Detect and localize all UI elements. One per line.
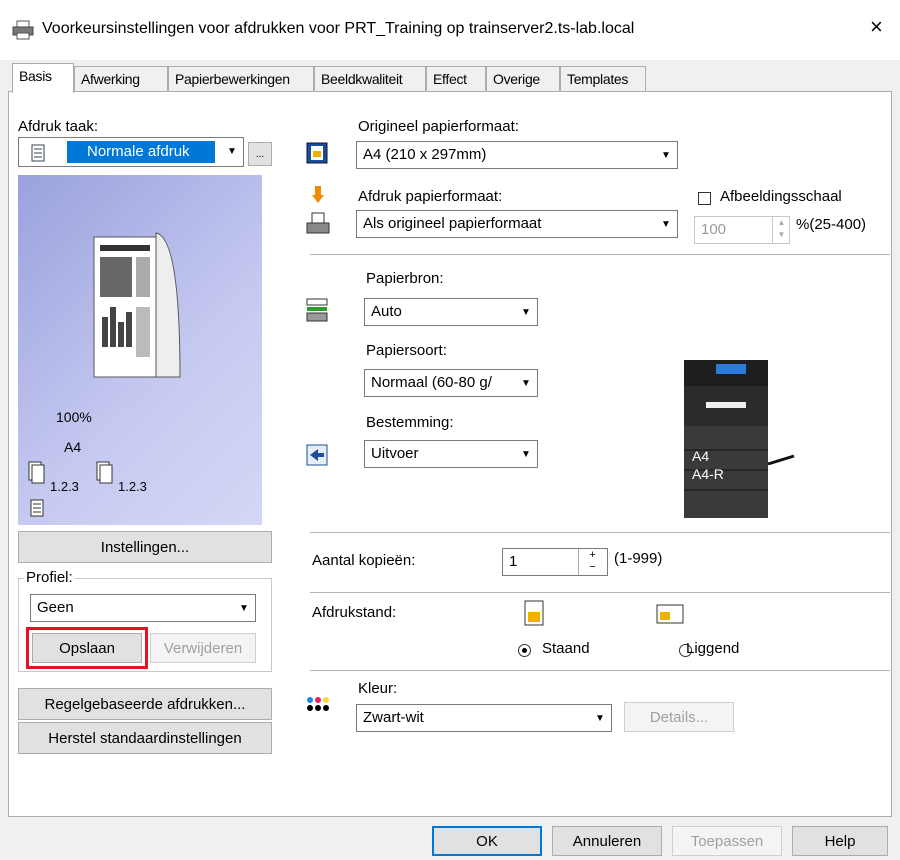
- help-button[interactable]: Help: [792, 826, 888, 856]
- paper-tray-icon: [306, 298, 328, 322]
- tab-beeldkwaliteit[interactable]: Beeldkwaliteit: [314, 66, 426, 92]
- printer-output-icon: [306, 212, 330, 234]
- divider: [310, 592, 890, 593]
- chevron-down-icon: ▼: [517, 372, 535, 394]
- copies-value: 1: [509, 553, 518, 570]
- portrait-label: Staand: [542, 640, 590, 657]
- chevron-down-icon: ▼: [223, 140, 241, 162]
- print-preview: 100% A4 1.2.3 1.2.3: [18, 175, 262, 525]
- document-preview-icon: [93, 232, 181, 378]
- landscape-label: Liggend: [686, 640, 740, 657]
- printer-tray2-label: A4-R: [692, 466, 724, 482]
- collate-icon: [28, 461, 45, 484]
- image-scale-spinner[interactable]: ▲ ▼: [772, 217, 790, 243]
- portrait-icon: [524, 600, 544, 626]
- collate-label-a: 1.2.3: [50, 479, 79, 494]
- preview-paper: A4: [64, 439, 82, 455]
- destination-label: Bestemming:: [366, 414, 454, 431]
- image-scale-range: %(25-400): [796, 216, 867, 233]
- copies-label: Aantal kopieën:: [312, 552, 416, 569]
- landscape-icon: [656, 604, 684, 624]
- printer-illustration: [684, 360, 795, 518]
- preview-scale: 100%: [56, 409, 92, 425]
- paper-type-value: Normaal (60-80 g/: [371, 374, 492, 391]
- divider: [310, 254, 890, 255]
- collate-label-b: 1.2.3: [118, 479, 147, 494]
- image-scale-value: 100: [701, 221, 727, 238]
- chevron-down-icon: ▼: [657, 144, 675, 166]
- portrait-radio[interactable]: [518, 644, 531, 657]
- color-select[interactable]: Zwart-wit ▼: [356, 704, 612, 732]
- paper-source-label: Papierbron:: [366, 270, 444, 287]
- delete-button[interactable]: Verwijderen: [150, 633, 256, 663]
- job-label: Afdruk taak:: [18, 118, 99, 135]
- copies-range: (1-999): [614, 550, 663, 567]
- job-selected-value: Normale afdruk: [67, 141, 215, 163]
- rule-based-print-button[interactable]: Regelgebaseerde afdrukken...: [18, 688, 272, 720]
- original-paper-value: A4 (210 x 297mm): [363, 146, 487, 163]
- color-dots-icon: [307, 697, 329, 711]
- paper-type-select[interactable]: Normaal (60-80 g/ ▼: [364, 369, 538, 397]
- tab-templates[interactable]: Templates: [560, 66, 646, 92]
- profile-select[interactable]: Geen ▼: [30, 594, 256, 622]
- chevron-down-icon: ▼: [235, 597, 253, 619]
- document-icon: [31, 144, 45, 162]
- paper-source-select[interactable]: Auto ▼: [364, 298, 538, 326]
- image-scale-label: Afbeeldingsschaal: [720, 188, 842, 205]
- color-value: Zwart-wit: [363, 709, 424, 726]
- tab-effect[interactable]: Effect: [426, 66, 486, 92]
- tab-overige[interactable]: Overige: [486, 66, 560, 92]
- image-scale-checkbox[interactable]: [698, 192, 711, 205]
- paper-source-value: Auto: [371, 303, 402, 320]
- color-label: Kleur:: [358, 680, 398, 697]
- tab-basis[interactable]: Basis: [12, 63, 74, 93]
- copies-spinner[interactable]: + −: [578, 549, 606, 575]
- printer-tray1-label: A4: [692, 448, 710, 464]
- print-paper-label: Afdruk papierformaat:: [358, 188, 503, 205]
- window-title: Voorkeursinstellingen voor afdrukken voo…: [42, 20, 635, 37]
- save-button[interactable]: Opslaan: [32, 633, 142, 663]
- printer-icon: [12, 20, 34, 40]
- destination-select[interactable]: Uitvoer ▼: [364, 440, 538, 468]
- tab-afwerking[interactable]: Afwerking: [74, 66, 168, 92]
- profile-label: Profiel:: [24, 569, 75, 586]
- job-select[interactable]: Normale afdruk ▼: [18, 137, 244, 167]
- single-page-icon: [30, 499, 44, 517]
- chevron-down-icon: ▼: [517, 443, 535, 465]
- profile-value: Geen: [37, 599, 74, 616]
- print-paper-value: Als origineel papierformaat: [363, 215, 542, 232]
- job-more-button[interactable]: ...: [248, 142, 272, 166]
- restore-defaults-button[interactable]: Herstel standaardinstellingen: [18, 722, 272, 754]
- close-button[interactable]: ×: [870, 14, 883, 40]
- apply-button[interactable]: Toepassen: [672, 826, 782, 856]
- divider: [310, 670, 890, 671]
- cancel-button[interactable]: Annuleren: [552, 826, 662, 856]
- tab-papierbewerkingen[interactable]: Papierbewerkingen: [168, 66, 314, 92]
- destination-value: Uitvoer: [371, 445, 419, 462]
- orientation-label: Afdrukstand:: [312, 604, 397, 621]
- original-paper-icon: [306, 142, 328, 164]
- chevron-down-icon: ▼: [591, 707, 609, 729]
- collate-icon: [96, 461, 113, 484]
- print-paper-select[interactable]: Als origineel papierformaat ▼: [356, 210, 678, 238]
- settings-button[interactable]: Instellingen...: [18, 531, 272, 563]
- details-button[interactable]: Details...: [624, 702, 734, 732]
- ok-button[interactable]: OK: [432, 826, 542, 856]
- arrow-down-icon: [312, 186, 324, 203]
- divider: [310, 532, 890, 533]
- original-paper-select[interactable]: A4 (210 x 297mm) ▼: [356, 141, 678, 169]
- paper-type-label: Papiersoort:: [366, 342, 447, 359]
- chevron-down-icon: ▼: [657, 213, 675, 235]
- original-paper-label: Origineel papierformaat:: [358, 118, 519, 135]
- chevron-down-icon: ▼: [517, 301, 535, 323]
- output-destination-icon: [306, 444, 328, 466]
